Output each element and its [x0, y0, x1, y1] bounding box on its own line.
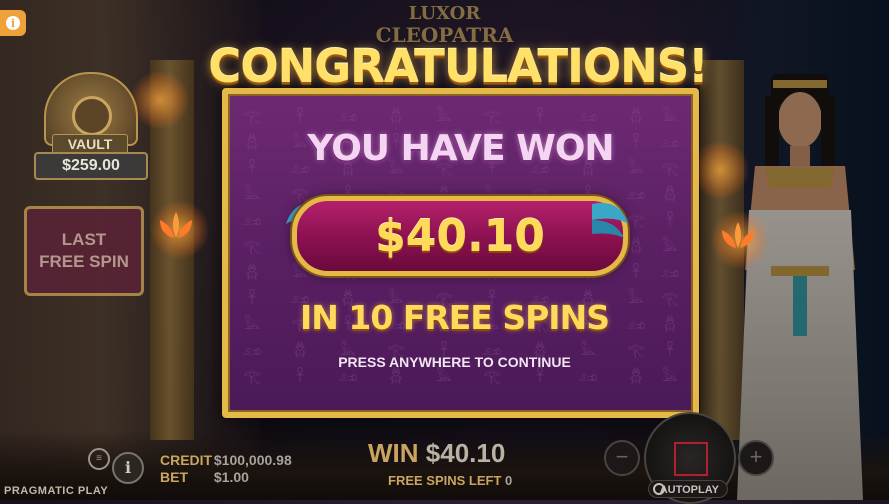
credit-label: CREDIT	[160, 452, 213, 468]
free-spins-left-label: FREE SPINS LEFT	[388, 473, 502, 488]
info-icon: i	[6, 16, 20, 30]
free-spins-left-display: FREE SPINS LEFT 0	[388, 473, 512, 488]
vault-label: VAULT	[52, 134, 128, 154]
info-button[interactable]: i	[0, 10, 26, 36]
lotus-right-icon	[722, 222, 754, 248]
congratulations-heading: CONGRATULATIONS!	[208, 40, 708, 93]
wing-right-icon	[592, 202, 628, 238]
free-spins-count-text: IN 10 FREE SPINS	[300, 298, 610, 337]
paytable-info-icon[interactable]: i	[112, 452, 144, 484]
last-free-spin-label: LAST FREE SPIN	[39, 230, 129, 271]
bet-decrease-button[interactable]: −	[604, 440, 640, 476]
bet-increase-button[interactable]: +	[738, 440, 774, 476]
vault-dial-icon	[72, 96, 112, 136]
win-value: $40.10	[425, 438, 506, 468]
credit-display: CREDIT $100,000.98	[160, 452, 292, 468]
free-spins-left-value: 0	[505, 473, 513, 488]
brand-label: PRAGMATIC PLAY	[4, 485, 109, 497]
stop-icon	[674, 442, 708, 476]
bet-label: BET	[160, 469, 188, 485]
lamp-glow-right-top	[690, 140, 750, 200]
vault-amount: $259.00	[34, 152, 148, 180]
lamp-glow-left-top	[130, 70, 190, 130]
autoplay-label: AUTOPLAY	[659, 484, 719, 496]
autoplay-button[interactable]: AUTOPLAY	[648, 480, 728, 498]
bet-display: BET $1.00	[160, 469, 249, 485]
bet-value: $1.00	[213, 469, 249, 485]
lotus-left-icon	[160, 212, 192, 238]
last-free-spin-panel: LAST FREE SPIN	[24, 206, 144, 296]
win-label: WIN	[368, 438, 419, 468]
win-display: WIN $40.10	[368, 438, 505, 469]
logo-line-1: LUXOR	[408, 3, 481, 24]
credit-value: $100,000.98	[213, 452, 292, 468]
vault-widget: VAULT $259.00	[30, 72, 148, 180]
win-amount-bar: $40.10	[292, 196, 628, 276]
minus-icon: −	[615, 444, 629, 469]
plus-icon: +	[749, 444, 763, 469]
you-have-won-text: YOU HAVE WON	[307, 128, 614, 169]
press-to-continue-text[interactable]: PRESS ANYWHERE TO CONTINUE	[222, 354, 687, 370]
autoplay-icon	[653, 483, 665, 495]
win-amount: $40.10	[375, 210, 545, 262]
menu-icon[interactable]: ≡	[88, 448, 110, 470]
